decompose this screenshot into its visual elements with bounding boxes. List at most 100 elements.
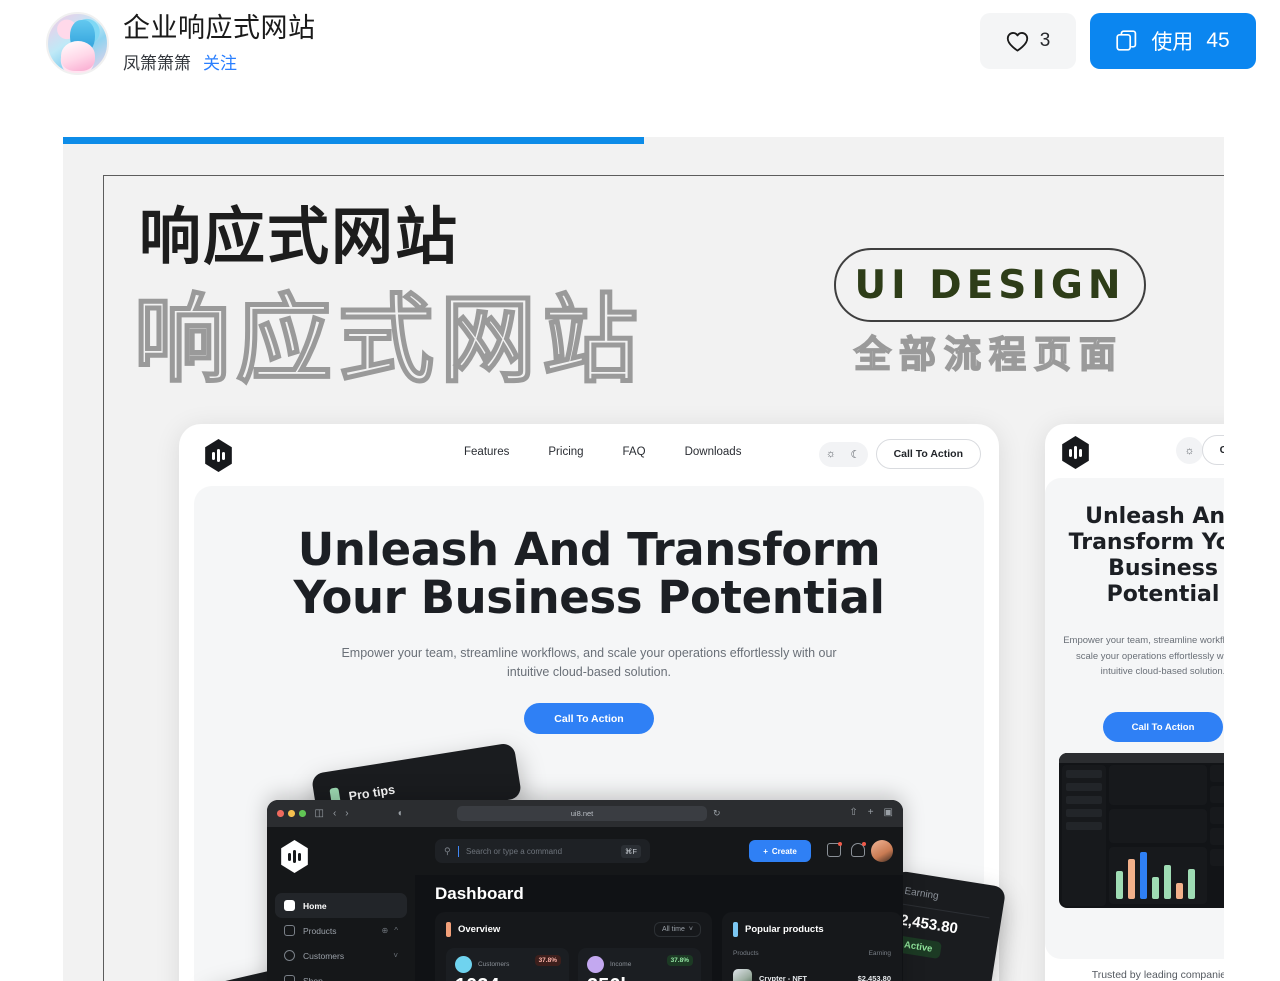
overview-accent [446, 922, 451, 937]
nav-link-pricing[interactable]: Pricing [548, 446, 583, 458]
sidebar-label-shop: Shop [303, 975, 323, 981]
column-earning: Earning [868, 950, 891, 957]
share-icon[interactable]: ⇧ [849, 807, 857, 818]
close-icon[interactable] [277, 810, 284, 817]
create-button[interactable]: + Create [749, 840, 811, 862]
stat-card-income: Income 37.8% 256k [578, 948, 701, 981]
moon-icon: ☾ [850, 448, 861, 461]
mini-sidebar-row [1066, 822, 1102, 830]
overview-title: Overview [458, 924, 501, 935]
nav-link-downloads[interactable]: Downloads [685, 446, 742, 458]
minimize-icon[interactable] [288, 810, 295, 817]
time-range-dropdown[interactable]: All time ˅ [653, 922, 701, 937]
popular-title: Popular products [745, 924, 824, 935]
sun-icon-mobile: ☼ [1184, 444, 1195, 457]
stat-label-income: Income [610, 961, 632, 968]
mini-panel-overview [1109, 765, 1207, 805]
use-count: 45 [1206, 29, 1230, 52]
search-input[interactable]: ⚲ Search or type a command ⌘F [435, 839, 650, 863]
mini-chart-bar [1116, 871, 1123, 899]
sidebar-icon[interactable]: ◫ [315, 808, 324, 819]
mini-main-panels [1109, 765, 1207, 906]
progress-fill [63, 137, 644, 144]
products-trailing[interactable]: ⊕ ^ [382, 926, 398, 935]
desktop-cta-button[interactable]: Call To Action [875, 439, 981, 469]
follow-button[interactable]: 关注 [203, 49, 237, 74]
poster-headline-outline: 响应式网站 [133, 284, 644, 396]
tag-icon [284, 925, 295, 936]
reload-icon[interactable]: ↻ [713, 808, 721, 819]
ui-design-badge-label: UI DESIGN [854, 262, 1126, 308]
address-bar[interactable]: ui8.net [457, 806, 707, 821]
dashboard-sidebar: Home Products ⊕ ^ Customers ˅ Shop [267, 827, 415, 981]
mobile-cta-button[interactable]: Call To Action [1201, 435, 1224, 465]
search-shortcut: ⌘F [620, 844, 641, 858]
stat-delta-customers: 37.8% [534, 955, 561, 966]
income-icon [587, 956, 604, 973]
url-text: ui8.net [570, 809, 594, 818]
tabs-icon[interactable]: ▣ [884, 807, 893, 818]
text-caret [457, 845, 459, 857]
plus-circle-icon[interactable]: ⊕ [382, 926, 389, 935]
like-button[interactable]: 3 [980, 13, 1076, 69]
chevron-right-icon[interactable]: › [345, 808, 348, 819]
nav-link-faq[interactable]: FAQ [623, 446, 646, 458]
store-icon [284, 975, 295, 981]
sidebar-item-products[interactable]: Products ⊕ ^ [275, 918, 407, 943]
mini-browser-chrome [1059, 753, 1224, 763]
mini-panel-avatars [1109, 809, 1207, 843]
browser-right-icons: ⇧ + ▣ [849, 807, 893, 818]
maximize-icon[interactable] [299, 810, 306, 817]
window-controls[interactable] [277, 810, 306, 817]
home-icon [284, 900, 295, 911]
chevron-left-icon[interactable]: ‹ [333, 808, 336, 819]
search-icon: ⚲ [444, 845, 451, 856]
mini-chart-bar [1152, 877, 1159, 899]
like-count: 3 [1039, 30, 1051, 51]
sidebar-item-customers[interactable]: Customers ˅ [275, 943, 407, 968]
page-title: 企业响应式网站 [123, 13, 316, 44]
avatar[interactable] [46, 12, 109, 75]
stat-value-customers: 1024 [455, 975, 560, 981]
popular-products-card: Popular products Products Earning Crypte… [722, 912, 902, 981]
user-avatar[interactable] [871, 840, 893, 862]
mobile-brand-logo-icon[interactable] [1062, 436, 1089, 469]
brand-logo-icon[interactable] [205, 439, 232, 472]
chevron-down-icon[interactable]: ˅ [393, 951, 398, 960]
poster-headline: 响应式网站 [139, 200, 460, 273]
theme-toggle[interactable]: ☼ ☾ [818, 441, 868, 467]
mini-right-panels [1210, 765, 1224, 906]
mobile-hero-cta-button[interactable]: Call To Action [1103, 712, 1223, 742]
author-name[interactable]: 凤箫箫箫 [123, 49, 191, 74]
create-label: Create [771, 846, 797, 856]
stat-value-income: 256k [587, 975, 692, 981]
sidebar-item-shop[interactable]: Shop [275, 968, 407, 981]
popular-accent [733, 922, 738, 937]
mobile-theme-toggle[interactable]: ☼ [1176, 437, 1203, 464]
hero-cta-button[interactable]: Call To Action [524, 703, 654, 734]
chevron-up-icon[interactable]: ^ [394, 926, 398, 935]
notifications-bell-icon[interactable] [851, 842, 866, 857]
sidebar-item-home[interactable]: Home [275, 893, 407, 918]
reader-icon[interactable]: ◖ [397, 808, 403, 819]
author-row: 凤箫箫箫 关注 [123, 49, 316, 74]
messages-icon[interactable] [827, 842, 842, 857]
earning-header: Earning [903, 885, 940, 903]
use-button[interactable]: 使用 45 [1090, 13, 1256, 69]
user-icon [284, 950, 295, 961]
popular-card-header: Popular products [733, 922, 891, 937]
progress-track[interactable] [63, 137, 1224, 144]
plus-icon-create: + [763, 846, 768, 856]
stat-card-customers: Customers 37.8% 1024 [446, 948, 569, 981]
heart-icon [1006, 31, 1028, 51]
poster-preview[interactable]: 响应式网站 响应式网站 UI DESIGN 全部流程页面 ↘ ↘ ↘ Featu… [63, 137, 1224, 981]
mini-chart-bar [1140, 852, 1147, 899]
mini-sidebar-row [1066, 809, 1102, 817]
nav-link-features[interactable]: Features [464, 446, 509, 458]
dashboard-logo-icon[interactable] [281, 840, 308, 873]
table-row[interactable]: Crypter - NFT $2,453.80 [733, 969, 891, 981]
dashboard-topbar: ⚲ Search or type a command ⌘F + Create [415, 827, 903, 875]
copy-icon [1116, 30, 1137, 51]
plus-icon[interactable]: + [868, 807, 874, 818]
chevron-down-icon-range: ˅ [688, 926, 693, 933]
